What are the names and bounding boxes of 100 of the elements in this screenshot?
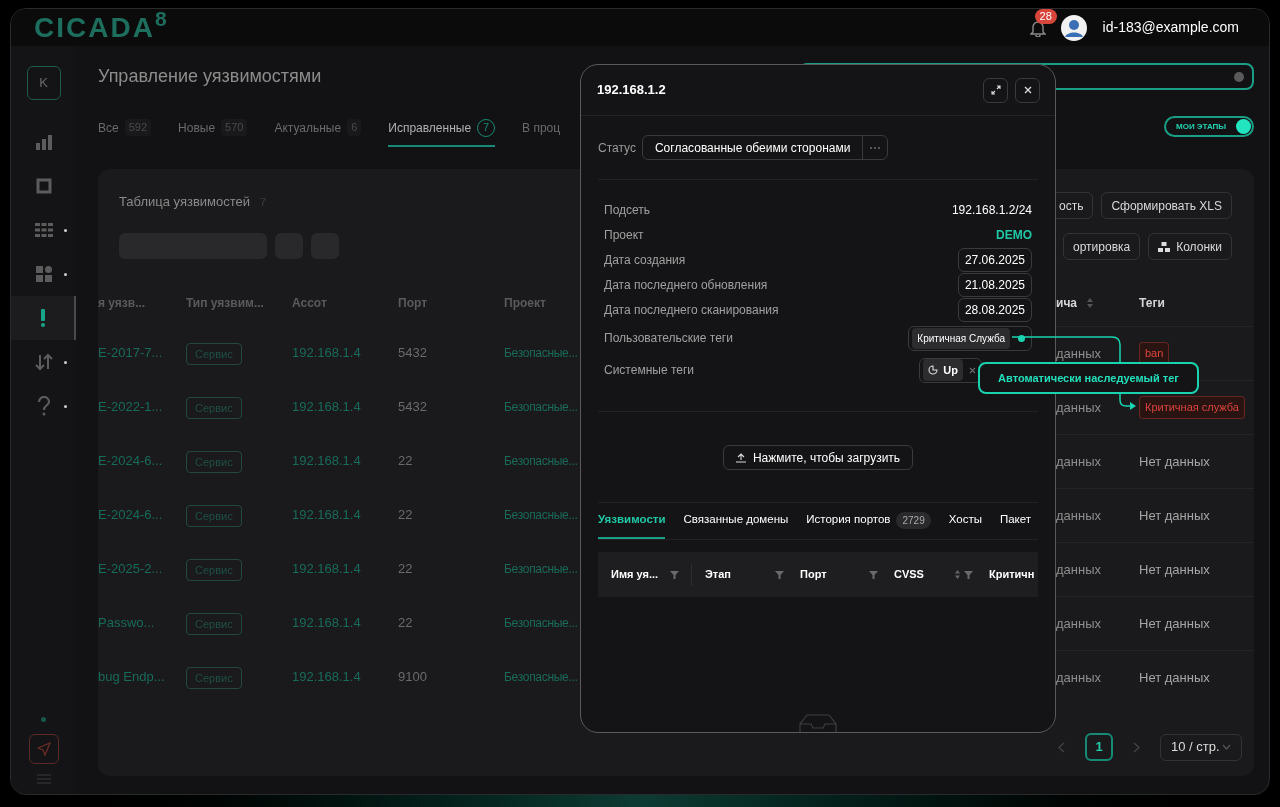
- avatar[interactable]: [1060, 14, 1087, 41]
- column-header: CVSS: [894, 567, 924, 583]
- column-header: Имя уя...: [611, 567, 659, 583]
- card-title: Таблица уязвимостей: [119, 193, 251, 212]
- field-label: Статус: [598, 139, 636, 157]
- expand-icon: [990, 85, 1001, 95]
- chevron-left-icon[interactable]: [1058, 741, 1065, 753]
- field-label: Дата последнего сканирования: [604, 301, 779, 319]
- bar-chart-icon[interactable]: [34, 134, 53, 150]
- close-icon: [1023, 86, 1032, 94]
- table-cell-text: E-2024-6...: [98, 452, 164, 471]
- field-label: Системные теги: [604, 362, 695, 379]
- column-header: Теги: [1139, 295, 1165, 312]
- tab[interactable]: Уязвимости: [598, 503, 666, 539]
- empty-inbox-icon: [799, 714, 837, 732]
- table-cell-text: E-2017-7...: [98, 344, 164, 363]
- column-header: Критичн: [989, 567, 1035, 583]
- tag: ban: [1139, 342, 1170, 365]
- tab[interactable]: Связанные домены: [683, 503, 789, 539]
- project-link[interactable]: DEMO: [996, 225, 1032, 244]
- tag-field[interactable]: Критичная Служба: [908, 325, 1032, 351]
- toolbar-button[interactable]: Колонки: [1148, 233, 1232, 260]
- table-cell-text: Нет данных: [1139, 668, 1210, 687]
- square-icon[interactable]: [35, 178, 52, 194]
- toggle-switch[interactable]: МОИ ЭТАПЫ: [1164, 116, 1254, 137]
- send-button[interactable]: [28, 734, 59, 764]
- table-cell-text: Нет данных: [1139, 560, 1210, 579]
- apps-icon[interactable]: [35, 266, 52, 282]
- page-title: Управление уязвимостями: [98, 65, 322, 88]
- upload-button[interactable]: Нажмите, чтобы загрузить: [722, 445, 914, 470]
- dialog-title: 192.168.1.2: [597, 81, 666, 100]
- alert-icon[interactable]: [39, 309, 46, 327]
- table-cell-text: Нет данных: [1139, 614, 1210, 633]
- tab[interactable]: Пакет: [999, 503, 1032, 539]
- columns-icon: [1158, 241, 1171, 252]
- field-label: Дата создания: [604, 251, 686, 269]
- toolbar-button[interactable]: ортировка: [1063, 233, 1141, 260]
- tag: Критичная служба: [1139, 396, 1245, 419]
- clock-icon: [928, 365, 939, 375]
- tab[interactable]: В проц: [522, 110, 561, 147]
- column-header: Ассот: [292, 295, 327, 312]
- filter-icon[interactable]: [964, 570, 973, 579]
- tag: Up: [923, 358, 963, 382]
- page-size-select[interactable]: 10 / стр.: [1160, 733, 1242, 761]
- close-button[interactable]: [1015, 77, 1040, 103]
- sort-arrows-icon[interactable]: [34, 353, 53, 371]
- column-header: Порт: [398, 295, 427, 312]
- tab[interactable]: Хосты: [948, 503, 982, 539]
- table-cell-text: Passwo...: [98, 614, 156, 633]
- date-value: 21.08.2025: [957, 272, 1032, 297]
- field-label: Проект: [604, 226, 644, 244]
- table-cell-text: 22: [398, 560, 414, 579]
- column-header: Тип уязвим...: [186, 295, 264, 312]
- table-cell-text: Нет данных: [1139, 452, 1210, 471]
- table-cell-text: 5432: [398, 344, 428, 363]
- filter-icon[interactable]: [869, 570, 878, 579]
- chevron-down-icon: [1222, 744, 1231, 750]
- column-header: Этап: [705, 567, 731, 583]
- grid-icon[interactable]: [34, 223, 53, 237]
- upload-icon: [735, 452, 746, 463]
- column-header: я уязв...: [98, 295, 146, 312]
- table-cell-text: E-2024-6...: [98, 506, 164, 525]
- send-icon: [36, 742, 51, 756]
- notification-badge: 28: [1034, 9, 1057, 24]
- table-cell-text: 22: [398, 452, 414, 471]
- column-header: Порт: [800, 567, 827, 583]
- help-icon[interactable]: [36, 396, 51, 416]
- tag: Критичная Служба: [912, 327, 1010, 349]
- field-value: 192.168.1.2/24: [951, 201, 1032, 219]
- table-cell-text: 22: [398, 614, 414, 633]
- expand-button[interactable]: [983, 77, 1008, 103]
- sort-icon[interactable]: [955, 570, 960, 579]
- sort-icon[interactable]: [1087, 298, 1094, 308]
- chevron-right-icon[interactable]: [1133, 741, 1140, 753]
- leader-line: [1119, 393, 1136, 410]
- tab[interactable]: История портов 2729: [806, 503, 931, 539]
- count-badge: 2729: [896, 511, 931, 529]
- tab[interactable]: Исправленные 7: [388, 110, 496, 147]
- table-cell-text: 9100: [398, 668, 428, 687]
- table-cell-text: 22: [398, 506, 414, 525]
- filter-icon[interactable]: [775, 570, 784, 579]
- user-email: id-183@example.com: [1102, 18, 1239, 37]
- column-header: Проект: [504, 295, 546, 312]
- toolbar-button[interactable]: Сформировать XLS: [1101, 192, 1232, 219]
- table-cell-text: Нет данных: [1139, 506, 1210, 525]
- field-label: Дата последнего обновления: [604, 276, 768, 294]
- field-label: Пользовательские теги: [604, 330, 733, 347]
- table-cell-text: 5432: [398, 398, 428, 417]
- table-cell-text: E-2022-1...: [98, 398, 164, 417]
- avatar-button[interactable]: K: [26, 66, 61, 100]
- callout-label: Автоматически наследуемый тег: [978, 362, 1199, 394]
- filter-icon[interactable]: [670, 570, 679, 579]
- logo: CICADA$^{8}$: [34, 13, 169, 42]
- table-cell-text: E-2025-2...: [98, 560, 164, 579]
- page-button[interactable]: 1: [1085, 733, 1113, 761]
- column-header: ича: [1056, 295, 1078, 312]
- field-label: Подсеть: [604, 201, 651, 219]
- nav-item-selected[interactable]: [11, 296, 76, 340]
- clear-icon[interactable]: [1234, 71, 1244, 82]
- remove-icon[interactable]: [969, 366, 976, 374]
